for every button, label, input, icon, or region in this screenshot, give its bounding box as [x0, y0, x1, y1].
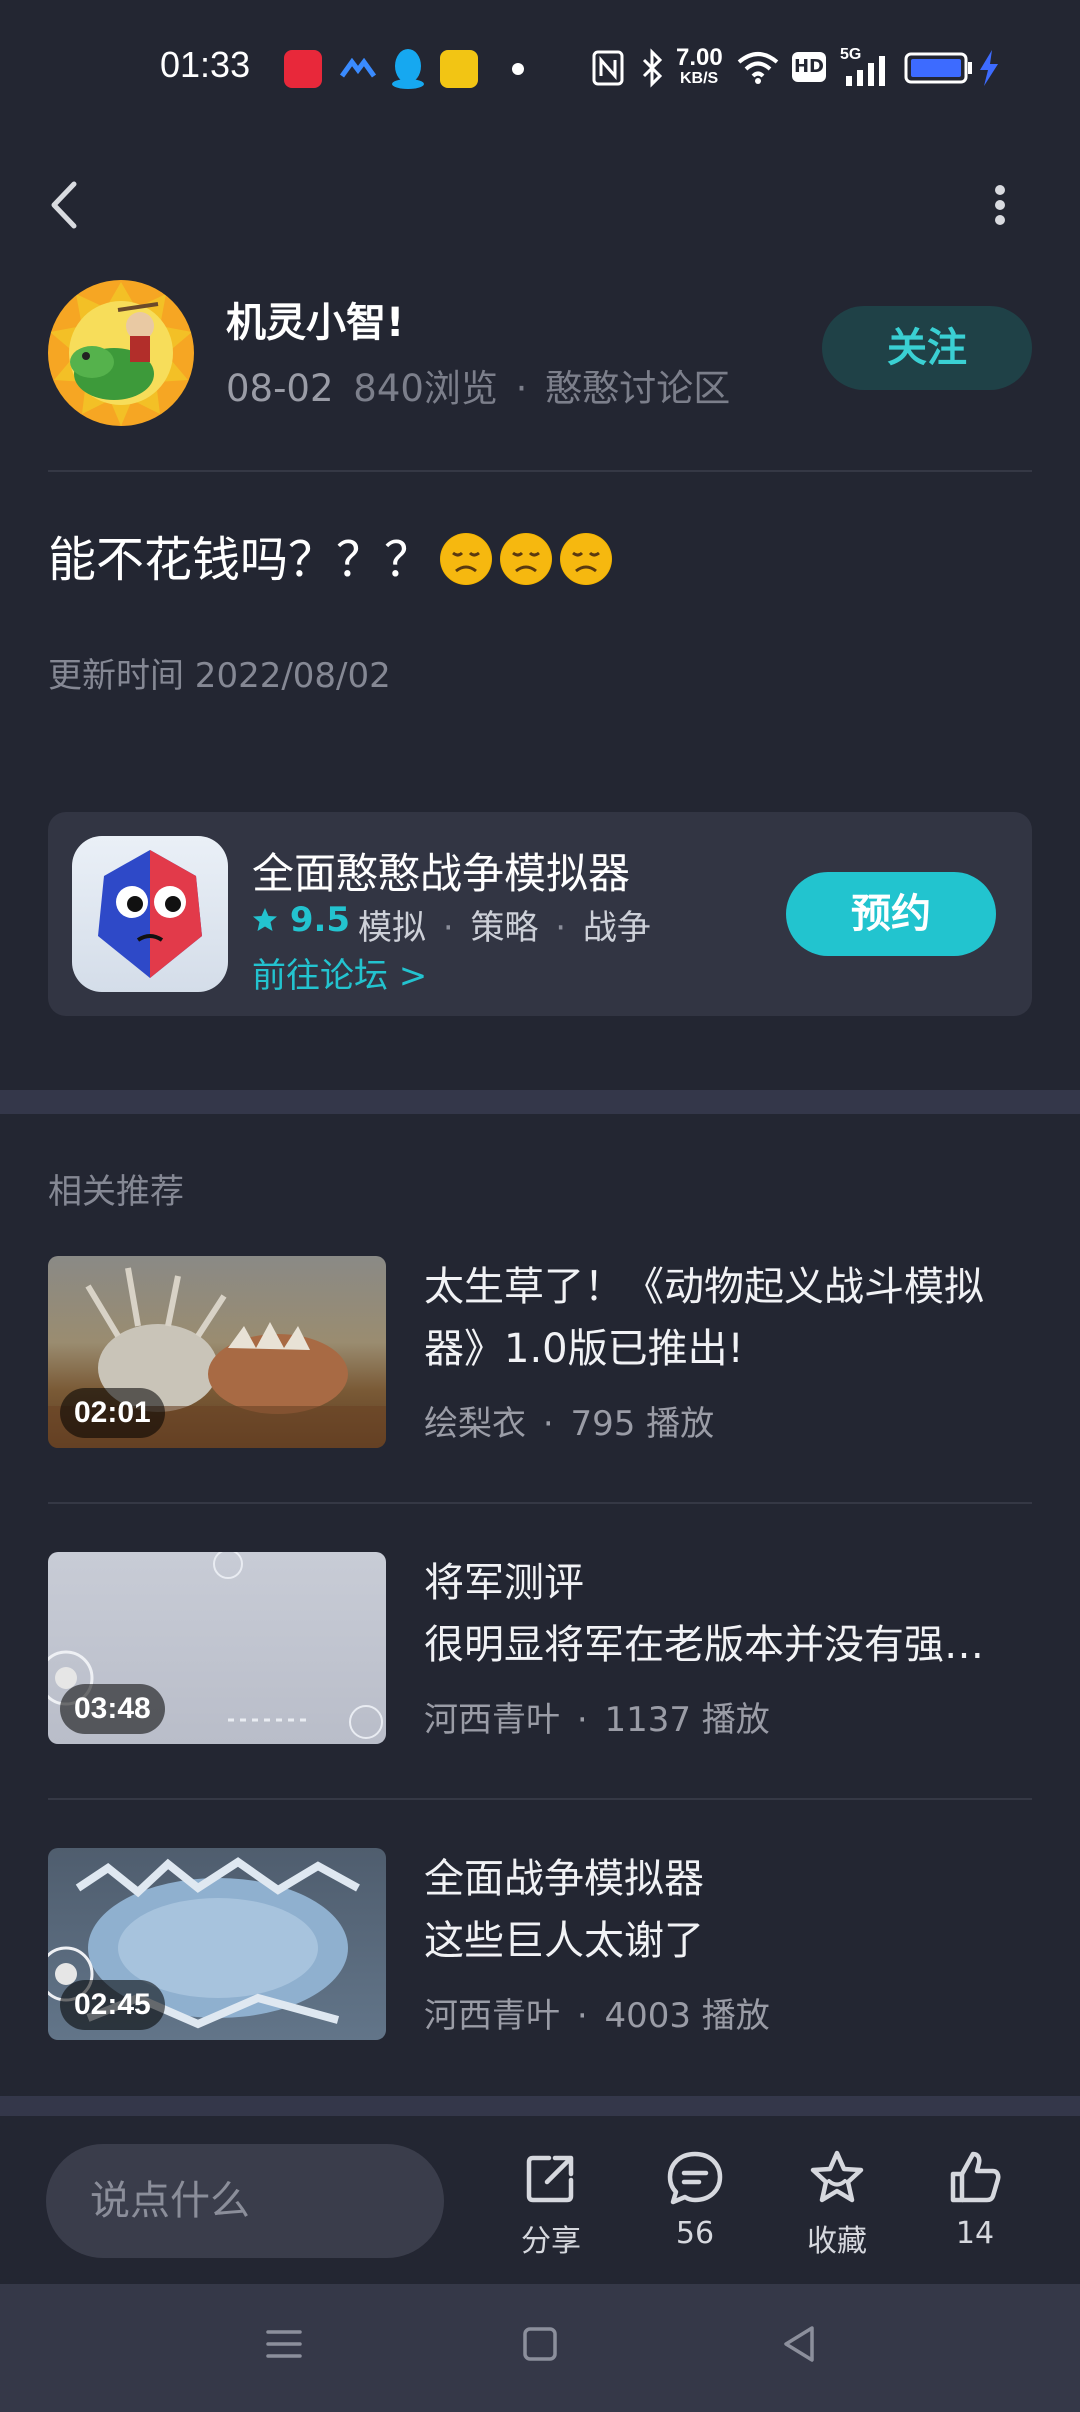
video-duration: 03:48 — [60, 1684, 165, 1734]
status-time: 01:33 — [160, 44, 251, 85]
more-notifications-dot-icon — [512, 63, 524, 75]
home-nav-button[interactable] — [518, 2322, 562, 2370]
comments-button[interactable]: 56 — [640, 2148, 750, 2251]
share-label: 分享 — [521, 2224, 581, 2259]
video-author: 河西青叶 — [424, 1700, 560, 1740]
game-tags: 模拟 · 策略 · 战争 — [358, 900, 651, 949]
hd-icon: HD — [792, 52, 826, 82]
section-separator — [0, 1090, 1080, 1114]
video-title-line: 将军测评 — [424, 1560, 584, 1606]
video-thumbnail[interactable]: 02:45 — [48, 1848, 386, 2040]
back-nav-button[interactable] — [778, 2322, 822, 2370]
author-name[interactable]: 机灵小智! — [226, 290, 404, 348]
back-button[interactable] — [40, 170, 96, 240]
post-title-text: 能不花钱吗？？？ — [48, 532, 433, 588]
video-title-line: 这些巨人太谢了 — [424, 1918, 704, 1964]
video-title[interactable]: 全面战争模拟器 这些巨人太谢了 — [424, 1848, 1024, 1972]
reserve-button[interactable]: 预约 — [786, 872, 996, 956]
video-plays: 1137 播放 — [604, 1700, 770, 1740]
forum-link[interactable]: 憨憨讨论区 — [545, 367, 730, 410]
disappointed-face-icon — [440, 533, 493, 585]
video-meta: 河西青叶 · 4003 播放 — [424, 1988, 770, 2037]
related-recommendations-title: 相关推荐 — [48, 1172, 184, 1212]
share-button[interactable]: 分享 — [496, 2148, 606, 2260]
star-outline-icon — [810, 2150, 864, 2203]
game-forum-link[interactable]: 前往论坛 > — [252, 948, 427, 997]
post-date: 08-02 — [226, 367, 334, 410]
triangle-back-icon — [784, 2326, 814, 2362]
likes-count: 14 — [955, 2216, 995, 2251]
comment-bubble-icon — [667, 2151, 723, 2205]
yellow-app-notification-icon — [440, 50, 478, 88]
more-options-button[interactable] — [980, 170, 1020, 240]
star-icon — [253, 908, 277, 931]
post-meta: 08-02 840浏览 · 憨憨讨论区 — [226, 358, 730, 412]
list-divider — [48, 1502, 1032, 1504]
follow-button[interactable]: 关注 — [822, 306, 1032, 390]
network-speed-value: 7.00 — [676, 44, 723, 71]
game-tag: 模拟 — [358, 908, 426, 948]
game-name: 全面憨憨战争模拟器 — [252, 849, 631, 898]
update-time: 更新时间 2022/08/02 — [48, 656, 391, 696]
video-plays: 795 播放 — [570, 1404, 715, 1444]
blue-app-notification-icon — [339, 57, 377, 80]
bluetooth-icon — [640, 48, 664, 92]
video-duration: 02:45 — [60, 1980, 165, 2030]
network-speed-unit: KB/S — [680, 70, 719, 87]
video-title-line: 很明显将军在老版本并没有强… — [424, 1622, 984, 1668]
author-avatar[interactable] — [48, 280, 194, 426]
post-views: 840浏览 — [353, 367, 498, 410]
chevron-left-icon — [51, 181, 77, 229]
meta-separator: · — [515, 367, 528, 410]
video-meta: 河西青叶 · 1137 播放 — [424, 1692, 770, 1741]
red-app-notification-icon — [284, 50, 322, 88]
qq-notification-icon — [390, 46, 426, 90]
signal-strength-icon — [844, 56, 890, 90]
game-rating-value: 9.5 — [289, 900, 351, 940]
author-divider — [48, 470, 1032, 472]
video-author: 绘梨衣 — [424, 1404, 526, 1444]
battery-icon — [904, 52, 974, 88]
game-icon[interactable] — [72, 836, 228, 992]
video-plays: 4003 播放 — [604, 1996, 770, 2036]
section-separator — [0, 2096, 1080, 2116]
like-button[interactable]: 14 — [920, 2148, 1030, 2251]
video-title-line: 全面战争模拟器 — [424, 1856, 704, 1902]
meta-separator: · — [542, 1404, 554, 1444]
game-rating: 9.5 — [252, 900, 350, 940]
charging-bolt-icon — [978, 50, 1000, 90]
video-author: 河西青叶 — [424, 1996, 560, 2036]
game-tag: 策略 — [470, 908, 539, 948]
meta-separator: · — [576, 1996, 588, 2036]
hamburger-menu-icon — [266, 2330, 302, 2358]
comment-input[interactable]: 说点什么 — [46, 2144, 444, 2258]
comments-count: 56 — [675, 2216, 715, 2251]
more-vertical-icon — [995, 185, 1005, 225]
share-icon — [526, 2155, 574, 2203]
menu-nav-button[interactable] — [262, 2322, 306, 2370]
wifi-icon — [736, 50, 780, 88]
video-thumbnail[interactable]: 02:01 — [48, 1256, 386, 1448]
post-title: 能不花钱吗？？？ — [48, 520, 613, 590]
video-thumbnail[interactable]: 03:48 — [48, 1552, 386, 1744]
tag-separator: · — [442, 908, 454, 948]
square-home-icon — [523, 2327, 557, 2361]
favorite-button[interactable]: 收藏 — [782, 2148, 892, 2260]
meta-separator: · — [576, 1700, 588, 1740]
disappointed-face-icon — [500, 533, 553, 585]
nfc-icon — [592, 50, 624, 90]
game-tag: 战争 — [582, 908, 651, 948]
video-duration: 02:01 — [60, 1388, 165, 1438]
video-title[interactable]: 太生草了！《动物起义战斗模拟 器》1.0版已推出! — [424, 1256, 1024, 1380]
video-title[interactable]: 将军测评 很明显将军在老版本并没有强… — [424, 1552, 1024, 1676]
video-meta: 绘梨衣 · 795 播放 — [424, 1396, 714, 1445]
thumbs-up-icon — [950, 2151, 1001, 2203]
favorite-label: 收藏 — [807, 2224, 867, 2259]
video-title-line: 器》1.0版已推出! — [424, 1326, 744, 1372]
list-divider — [48, 1798, 1032, 1800]
tag-separator: · — [555, 908, 567, 948]
disappointed-face-icon — [560, 533, 613, 585]
video-title-line: 太生草了！《动物起义战斗模拟 — [424, 1264, 984, 1310]
